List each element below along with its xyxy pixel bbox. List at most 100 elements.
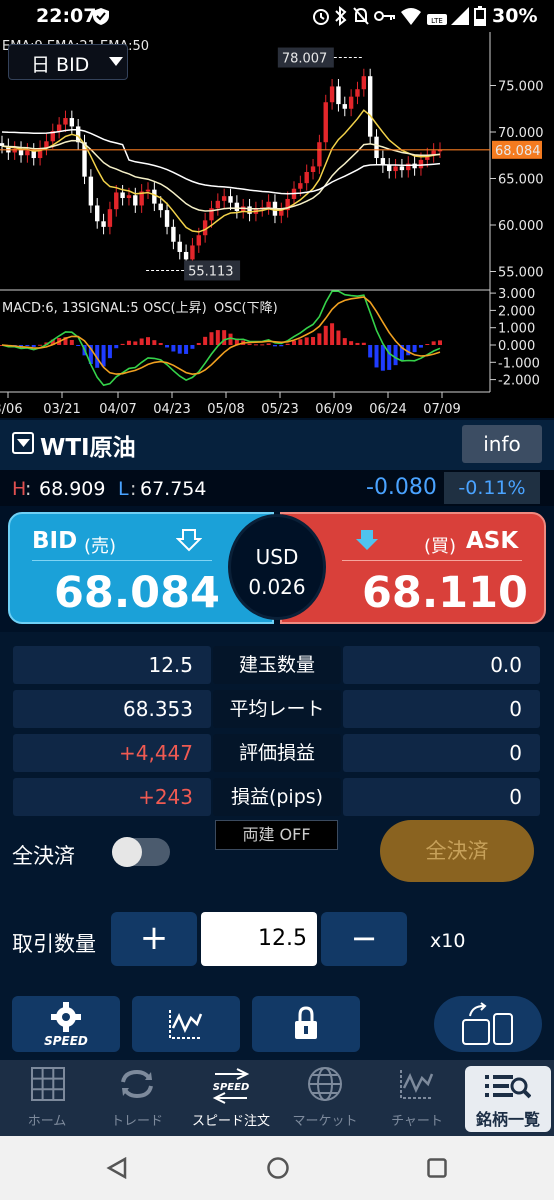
candle-body [95, 205, 100, 222]
osc-bar [101, 345, 106, 367]
nav-symbol-list-label: 銘柄一覧 [475, 1110, 540, 1129]
low-label: L [118, 478, 129, 500]
home-circle-icon[interactable] [266, 1156, 290, 1180]
candle-body [329, 86, 335, 103]
price-chart[interactable]: 75.000 70.000 65.000 60.000 55.000 3.000 2.000… [0, 32, 554, 418]
pl-pips-right: 0 [343, 778, 540, 816]
osc-bar [355, 342, 360, 345]
date-tick-label: 05/08 [207, 402, 244, 417]
candle-body [361, 76, 367, 90]
nav-symbol-list[interactable]: 銘柄一覧 [465, 1066, 551, 1132]
globe-icon [308, 1067, 342, 1101]
lock-button[interactable] [252, 996, 360, 1052]
back-icon[interactable] [106, 1157, 128, 1179]
candle-body [228, 196, 233, 203]
candle-body [234, 202, 240, 212]
nav-market[interactable]: マーケット [280, 1062, 370, 1134]
osc-bar [368, 345, 373, 358]
signal-icon [451, 7, 469, 25]
osc-bar [304, 337, 309, 345]
bid-price: 68.084 [54, 568, 220, 618]
candle-body [114, 192, 119, 210]
nav-chart[interactable]: チャート [372, 1062, 462, 1134]
osc-bar [152, 340, 157, 345]
chart-toggle-button[interactable] [132, 996, 240, 1052]
change-percent: -0.11% [444, 472, 540, 504]
osc-bar [31, 345, 36, 347]
position-table: 12.5 建玉数量 0.0 68.353 平均レート 0 +4,447 評価損益… [0, 632, 554, 822]
symbol-bar: WTI原油 info [0, 420, 554, 470]
close-all-toggle[interactable] [112, 837, 170, 867]
osc-bar [120, 343, 125, 345]
osc-bar [438, 340, 442, 345]
macd-tick-label: 1.000 [498, 322, 535, 337]
osc-bar [361, 342, 366, 345]
osc-bar [336, 330, 341, 345]
nav-speed-order[interactable]: SPEED スピード注文 [186, 1062, 276, 1134]
macd-legend: MACD:6, 13 [2, 301, 78, 316]
macd-tick-label: -1.000 [498, 356, 540, 371]
candle-body [279, 210, 284, 216]
osc-bar [298, 339, 303, 345]
date-tick-label: 06/24 [369, 402, 406, 417]
rotate-screen-button[interactable] [434, 996, 542, 1052]
pl-pips-label: 損益(pips) [213, 778, 341, 816]
candle-body [247, 206, 252, 214]
qty-plus-button[interactable]: + [111, 912, 197, 966]
candle-body [215, 200, 221, 209]
osc-bar [393, 345, 398, 366]
candle-body [393, 166, 398, 172]
close-all-button[interactable]: 全決済 [380, 820, 534, 882]
osc-bar [412, 345, 417, 353]
osc-bar [139, 338, 144, 345]
bid-label: BID [32, 528, 78, 554]
osc-bar [374, 345, 379, 368]
refresh-arrows-icon [121, 1069, 153, 1099]
timeframe-selector[interactable]: 日 BID [8, 44, 128, 80]
spread-unit: USD [255, 545, 299, 569]
order-panel: 全決済 両建 OFF 全決済 取引数量 + 12.5 − x10 [0, 820, 554, 990]
qty-input[interactable]: 12.5 [201, 912, 317, 966]
current-price-label: 68.084 [495, 144, 541, 159]
home-grid-icon [31, 1067, 65, 1101]
lock-icon [295, 1006, 317, 1039]
ask-label: ASK [466, 528, 519, 554]
recents-icon[interactable] [426, 1157, 448, 1179]
list-search-icon [485, 1075, 531, 1099]
date-tick-label: 04/07 [99, 402, 136, 417]
candle-body [56, 124, 62, 132]
osc-bar [323, 325, 328, 345]
nav-trade[interactable]: トレード [92, 1062, 182, 1134]
osc-bar [209, 332, 214, 345]
ema50-line [1, 129, 441, 195]
nav-speed-order-label: スピード注文 [191, 1114, 270, 1129]
candle-body [323, 102, 328, 143]
osc-bar [38, 344, 43, 346]
info-button[interactable]: info [462, 425, 542, 463]
speed-settings-button[interactable]: SPEED [12, 996, 120, 1052]
osc-bar [126, 340, 131, 345]
chart-canvas: 75.000 70.000 65.000 60.000 55.000 3.000 2.000… [0, 32, 544, 417]
candle-body [107, 209, 113, 227]
nav-trade-label: トレード [110, 1114, 163, 1129]
gear-icon [51, 1002, 81, 1032]
symbol-dropdown-icon[interactable] [12, 432, 34, 454]
candle-body [374, 136, 379, 159]
candle-body [75, 126, 81, 143]
bluetooth-icon [335, 6, 347, 26]
osc-bar [133, 341, 138, 345]
speed-order-icon: SPEED [213, 1068, 249, 1104]
symbol-name[interactable]: WTI原油 [40, 428, 136, 462]
nav-home[interactable]: ホーム [2, 1062, 92, 1134]
osc-bar [184, 345, 189, 354]
key-icon [374, 11, 395, 21]
osc-bar [272, 345, 277, 347]
candle-body [152, 189, 157, 204]
hedge-toggle[interactable]: 両建 OFF [215, 820, 338, 850]
candle-body [171, 226, 176, 242]
ask-sub-label: (買) [424, 536, 457, 557]
candle-body [355, 89, 360, 97]
qty-minus-button[interactable]: − [321, 912, 407, 966]
pl-pips-left: +243 [13, 778, 211, 816]
candle-body [387, 165, 392, 172]
